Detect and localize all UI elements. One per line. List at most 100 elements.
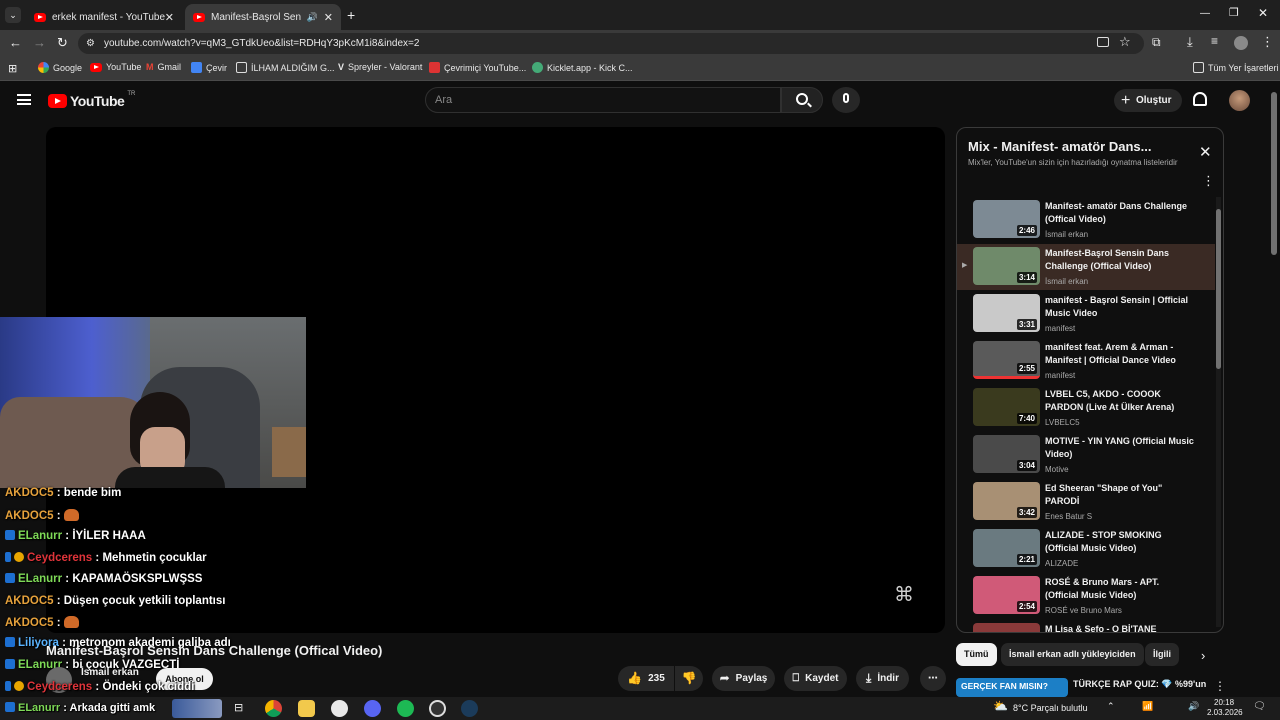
duration: 2:55 (1016, 363, 1037, 374)
bookmark-cevir[interactable]: Çevir (191, 62, 227, 73)
cast-icon[interactable] (1097, 37, 1109, 47)
playlist-scrollbar[interactable] (1216, 197, 1221, 627)
playlist-item[interactable]: 3:42 Ed Sheeran "Shape of You" PARODİ Enes… (957, 479, 1215, 525)
save-button[interactable]: ⎕ Kaydet (784, 666, 847, 691)
playlist-item[interactable]: 2:55 manifest feat. Arem & Arman - Manife… (957, 338, 1215, 384)
close-playlist-icon[interactable]: ✕ (1199, 143, 1212, 161)
playlist-item[interactable]: 3:31 manifest - Başrol Sensin | Official … (957, 291, 1215, 337)
video-thumbnail: 7:40 (973, 388, 1040, 426)
task-view-icon[interactable]: ⊟ (234, 701, 243, 714)
chip-related[interactable]: İlgili (1145, 643, 1179, 666)
playlist-item-channel: İsmail erkan (1045, 230, 1089, 239)
profile-icon[interactable] (1234, 36, 1248, 50)
bookmark-google[interactable]: Google (38, 62, 82, 73)
bookmark-spreyler[interactable]: V Spreyler - Valorant (338, 62, 422, 72)
close-tab-icon[interactable]: ✕ (165, 11, 174, 24)
minimize-window-button[interactable]: — (1200, 8, 1210, 19)
video-title: Manifest-Başrol Sensin Dans Challenge (O… (46, 643, 383, 658)
all-bookmarks[interactable]: Tüm Yer İşaretleri (1193, 62, 1279, 73)
channel-name[interactable]: İsmail erkan (81, 667, 139, 678)
search-button[interactable] (781, 87, 823, 113)
steam-icon[interactable] (461, 700, 478, 717)
clock-time[interactable]: 20:18 (1214, 698, 1234, 707)
playlist-item[interactable]: 2:46 Manifest- amatör Dans Challenge (Off… (957, 197, 1215, 243)
duration: 3:42 (1016, 507, 1037, 518)
chips-next-icon[interactable]: › (1201, 648, 1205, 663)
bookmark-kicklet[interactable]: Kicklet.app - Kick C... (532, 62, 633, 73)
url-field[interactable]: ⚙ youtube.com/watch?v=qM3_GTdkUeo&list=R… (78, 33, 1144, 54)
file-explorer-icon[interactable] (298, 700, 315, 717)
bookmark-cevrimici[interactable]: Çevrimiçi YouTube... (429, 62, 526, 73)
recorder-icon[interactable] (429, 700, 446, 717)
forward-icon[interactable]: → (33, 35, 46, 50)
tab-list-button[interactable]: ⌄ (5, 7, 21, 23)
close-tab-icon[interactable]: ✕ (324, 11, 333, 24)
notifications-bell-icon[interactable] (1193, 92, 1207, 106)
bookmark-label: İLHAM ALDIĞIM G... (251, 62, 335, 73)
playlist-item[interactable]: 3:04 MOTIVE - YIN YANG (Official Music Vi… (957, 432, 1215, 478)
playlist-item-channel: ALIZADE (1045, 559, 1079, 568)
taskbar-preview-thumbnail[interactable] (172, 699, 222, 718)
volume-icon[interactable]: 🔊 (1188, 701, 1199, 712)
search-input[interactable]: Ara (425, 87, 781, 113)
playlist-menu-icon[interactable]: ⋮ (1202, 173, 1215, 189)
create-button[interactable]: + Oluştur (1114, 89, 1182, 112)
video-thumbnail: 3:31 (973, 294, 1040, 332)
close-window-button[interactable]: ✕ (1258, 6, 1268, 20)
extensions-icon[interactable]: ⧉ (1152, 35, 1161, 50)
back-icon[interactable]: ← (9, 35, 22, 50)
playlist-item-channel: LVBELC5 (1045, 418, 1080, 427)
chat-message: ELanurr : Arkada gitti amk (5, 702, 155, 714)
share-button[interactable]: ➦ Paylaş (712, 666, 775, 691)
tray-overflow-icon[interactable]: ⌃ (1107, 701, 1115, 712)
more-actions-button[interactable]: ⋯ (920, 666, 946, 691)
weather-text[interactable]: 8°C Parçalı bulutlu (1013, 703, 1088, 713)
apps-grid-icon[interactable]: ⊞ (8, 62, 17, 75)
playlist-item[interactable]: M Lisa & Sefo - O Bİ'TANE (957, 620, 1215, 633)
recommendation-title[interactable]: TÜRKÇE RAP QUIZ: 💎 %99'un (1073, 679, 1206, 690)
tab-manifest-basrol[interactable]: Manifest-Başrol Sensin Dan 🔊 ✕ (185, 4, 341, 30)
notifications-icon[interactable]: 🗨 (1253, 701, 1266, 712)
chip-all[interactable]: Tümü (956, 643, 997, 666)
playlist-item[interactable]: 2:54 ROSÉ & Bruno Mars - APT. (Official M… (957, 573, 1215, 619)
recommendation-thumbnail[interactable]: GERÇEK FAN MISIN? (956, 678, 1068, 697)
bookmark-gmail[interactable]: M Gmail (146, 62, 181, 72)
tab-erkek-manifest[interactable]: erkek manifest - YouTube ✕ (26, 4, 182, 30)
download-button[interactable]: ⤓ İndir (856, 666, 909, 691)
new-tab-button[interactable]: + (347, 7, 355, 23)
spotify-icon[interactable] (397, 700, 414, 717)
playlist-item-title: M Lisa & Sefo - O Bİ'TANE (1045, 624, 1157, 633)
bookmark-ilham[interactable]: İLHAM ALDIĞIM G... (236, 62, 335, 73)
playlist-item-title: MOTIVE - YIN YANG (Official Music Video) (1045, 436, 1194, 459)
account-avatar[interactable] (1229, 90, 1250, 111)
tab-title: Manifest-Başrol Sensin Dan (211, 11, 301, 23)
youtube-logo[interactable]: YouTube TR (48, 91, 135, 109)
media-controls-icon[interactable]: ≡ (1211, 34, 1218, 48)
restore-window-button[interactable]: ❐ (1229, 6, 1239, 19)
discord-icon[interactable] (364, 700, 381, 717)
menu-kebab-icon[interactable]: ⋮ (1261, 34, 1274, 50)
recommendation-menu-icon[interactable]: ⋮ (1214, 679, 1226, 693)
reload-icon[interactable]: ↻ (57, 35, 68, 51)
speaker-icon[interactable]: 🔊 (307, 12, 318, 23)
playlist-item-current[interactable]: ▶ 3:14 Manifest-Başrol Sensin Dans Challen… (957, 244, 1215, 290)
playlist-item-channel: manifest (1045, 371, 1076, 380)
site-info-icon[interactable]: ⚙ (86, 33, 95, 54)
chrome-icon[interactable] (265, 700, 282, 717)
network-icon[interactable]: 📶 (1142, 701, 1153, 712)
voice-search-button[interactable] (832, 87, 860, 113)
clock-date[interactable]: 2.03.2026 (1207, 708, 1243, 717)
bookmark-youtube[interactable]: YouTube (90, 62, 141, 72)
playlist-item[interactable]: 7:40 LVBEL C5, AKDO - COOOK PARDON (Live … (957, 385, 1215, 431)
bookmark-star-icon[interactable]: ☆ (1119, 34, 1131, 50)
page-scrollbar[interactable] (1271, 92, 1277, 255)
hamburger-menu-icon[interactable] (17, 94, 31, 105)
youtube-icon (90, 62, 102, 72)
like-button[interactable]: 👍 235 (618, 666, 674, 691)
capcut-icon[interactable] (331, 700, 348, 717)
chip-from-uploader[interactable]: İsmail erkan adlı yükleyiciden (1001, 643, 1144, 666)
playlist-item[interactable]: 2:21 ALIZADE - STOP SMOKING (Official Mus… (957, 526, 1215, 572)
downloads-icon[interactable]: ⤓ (1187, 34, 1193, 50)
dislike-button[interactable]: 👎 (675, 666, 703, 691)
playlist-item-channel: Enes Batur S (1045, 512, 1093, 521)
